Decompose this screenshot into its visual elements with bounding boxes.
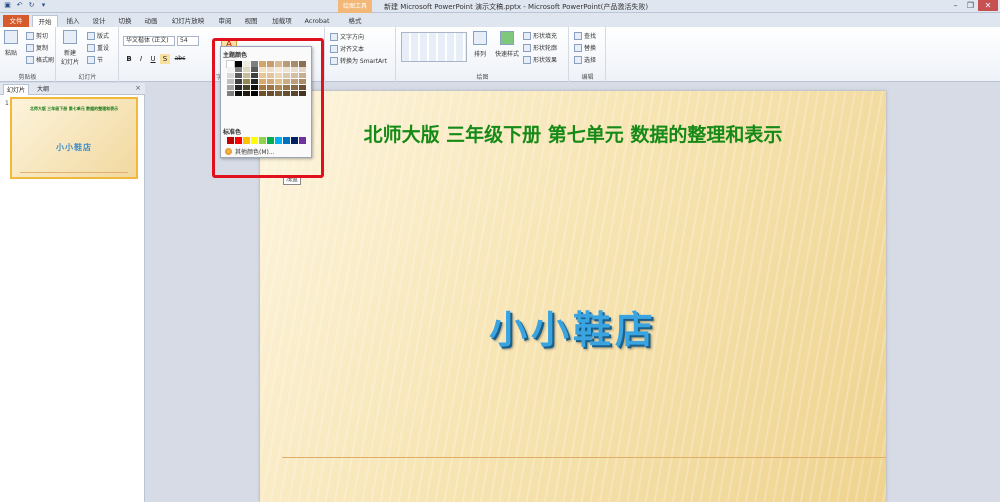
align-text-icon	[330, 44, 338, 53]
redo-icon[interactable]: ↻	[27, 1, 36, 10]
tab-file[interactable]: 文件	[3, 15, 29, 27]
tab-acrobat[interactable]: Acrobat	[302, 15, 332, 27]
slide-canvas[interactable]: 北师大版 三年级下册 第七单元 数据的整理和表示 小小鞋店	[260, 91, 886, 502]
editing-group: 查找 替换 选择 编辑	[570, 27, 606, 82]
drawing-tools-context-tab: 绘图工具	[338, 0, 372, 13]
slides-panel: 幻灯片 大纲 × 1 北师大版 三年级下册 第七单元 数据的整理和表示 小小鞋店	[0, 83, 145, 502]
format-painter-button[interactable]: 格式刷	[26, 55, 54, 64]
tab-transitions[interactable]: 切换	[114, 15, 136, 27]
shape-fill-button[interactable]: 形状填充	[523, 31, 557, 40]
font-name-select[interactable]: 华文楷体 (正文)	[123, 36, 175, 46]
smartart-icon	[330, 56, 338, 65]
thumbnail-main-text: 小小鞋店	[56, 142, 92, 152]
scissors-icon	[26, 31, 34, 40]
window-title: 新建 Microsoft PowerPoint 演示文稿.pptx - Micr…	[384, 3, 649, 11]
customize-icon[interactable]: ▾	[39, 1, 48, 10]
thumbnail-title: 北师大版 三年级下册 第七单元 数据的整理和表示	[29, 106, 119, 111]
layout-icon	[87, 31, 95, 40]
drawing-group: 排列 快速样式 形状填充 形状轮廓 形状效果 绘图	[397, 27, 569, 82]
thumbnail-divider	[20, 172, 128, 173]
shadow-button[interactable]: S	[160, 54, 170, 64]
arrange-button[interactable]: 排列	[473, 31, 487, 58]
select-icon	[574, 55, 582, 64]
undo-icon[interactable]: ↶	[15, 1, 24, 10]
align-text-button[interactable]: 对齐文本	[330, 44, 364, 53]
font-size-select[interactable]: 54	[177, 36, 199, 46]
new-slide-button[interactable]: 新建 幻灯片	[61, 30, 79, 66]
slides-group: 新建 幻灯片 版式 重设 节 幻灯片	[57, 27, 119, 82]
close-icon[interactable]: ✕	[978, 0, 998, 11]
slide-title[interactable]: 北师大版 三年级下册 第七单元 数据的整理和表示	[260, 120, 886, 147]
new-slide-icon	[63, 30, 77, 44]
minimize-icon[interactable]: –	[948, 0, 963, 11]
slide-main-text[interactable]: 小小鞋店	[260, 299, 886, 354]
tab-format[interactable]: 格式	[342, 15, 368, 27]
smartart-button[interactable]: 转换为 SmartArt	[330, 56, 387, 65]
copy-button[interactable]: 复制	[26, 43, 48, 52]
tab-review[interactable]: 审阅	[214, 15, 236, 27]
italic-button[interactable]: I	[136, 54, 146, 64]
outline-icon	[523, 43, 531, 52]
paragraph-group: 文字方向 对齐文本 转换为 SmartArt	[326, 27, 396, 82]
reset-icon	[87, 43, 95, 52]
strikethrough-button[interactable]: abc	[173, 54, 187, 64]
paste-icon	[4, 30, 18, 44]
restore-icon[interactable]: ❐	[963, 0, 978, 11]
tab-animations[interactable]: 动画	[140, 15, 162, 27]
tab-slideshow[interactable]: 幻灯片放映	[168, 15, 208, 27]
find-icon	[574, 31, 582, 40]
tab-design[interactable]: 设计	[88, 15, 110, 27]
cut-button[interactable]: 剪切	[26, 31, 48, 40]
quick-styles-icon	[500, 31, 514, 45]
slides-label: 幻灯片	[78, 74, 97, 81]
shape-outline-button[interactable]: 形状轮廓	[523, 43, 557, 52]
tab-addins[interactable]: 加载项	[268, 15, 296, 27]
underline-button[interactable]: U	[148, 54, 158, 64]
tab-slides[interactable]: 幻灯片	[3, 84, 29, 95]
red-highlight-box	[212, 38, 324, 178]
drawing-label: 绘图	[476, 74, 489, 81]
tab-outline[interactable]: 大纲	[30, 84, 56, 95]
tab-home[interactable]: 开始	[32, 15, 58, 27]
shapes-gallery[interactable]	[401, 32, 467, 62]
find-button[interactable]: 查找	[574, 31, 596, 40]
tab-insert[interactable]: 插入	[62, 15, 84, 27]
effects-icon	[523, 55, 531, 64]
quick-styles-button[interactable]: 快速样式	[495, 31, 519, 58]
bold-button[interactable]: B	[124, 54, 134, 64]
layout-button[interactable]: 版式	[87, 31, 109, 40]
slide-number: 1	[5, 100, 9, 107]
clipboard-label: 剪贴板	[18, 74, 37, 81]
panel-tabs: 幻灯片 大纲 ×	[0, 83, 145, 95]
paste-button[interactable]: 粘贴	[4, 30, 18, 57]
copy-icon	[26, 43, 34, 52]
replace-button[interactable]: 替换	[574, 43, 596, 52]
ribbon: 粘贴 剪切 复制 格式刷 剪贴板 新建 幻灯片 版式 重设 节 幻灯片 华文楷体…	[0, 27, 1000, 82]
brush-icon	[26, 55, 34, 64]
replace-icon	[574, 43, 582, 52]
title-bar: ▣ ↶ ↻ ▾ 绘图工具 新建 Microsoft PowerPoint 演示文…	[0, 0, 1000, 13]
section-button[interactable]: 节	[87, 55, 103, 64]
shape-effects-button[interactable]: 形状效果	[523, 55, 557, 64]
text-direction-button[interactable]: 文字方向	[330, 32, 364, 41]
fill-icon	[523, 31, 531, 40]
close-icon[interactable]: ×	[135, 84, 141, 92]
save-icon[interactable]: ▣	[3, 1, 12, 10]
section-icon	[87, 55, 95, 64]
reset-button[interactable]: 重设	[87, 43, 109, 52]
ribbon-tabs: 文件 开始 插入 设计 切换 动画 幻灯片放映 审阅 视图 加载项 Acroba…	[0, 13, 1000, 27]
select-button[interactable]: 选择	[574, 55, 596, 64]
slide-divider-line	[282, 457, 886, 458]
slide-thumbnail[interactable]: 北师大版 三年级下册 第七单元 数据的整理和表示 小小鞋店	[10, 97, 138, 179]
text-direction-icon	[330, 32, 338, 41]
tab-view[interactable]: 视图	[240, 15, 262, 27]
clipboard-group: 粘贴 剪切 复制 格式刷 剪贴板	[0, 27, 56, 82]
editing-label: 编辑	[581, 74, 594, 81]
arrange-icon	[473, 31, 487, 45]
quick-access-toolbar: ▣ ↶ ↻ ▾	[3, 1, 48, 10]
